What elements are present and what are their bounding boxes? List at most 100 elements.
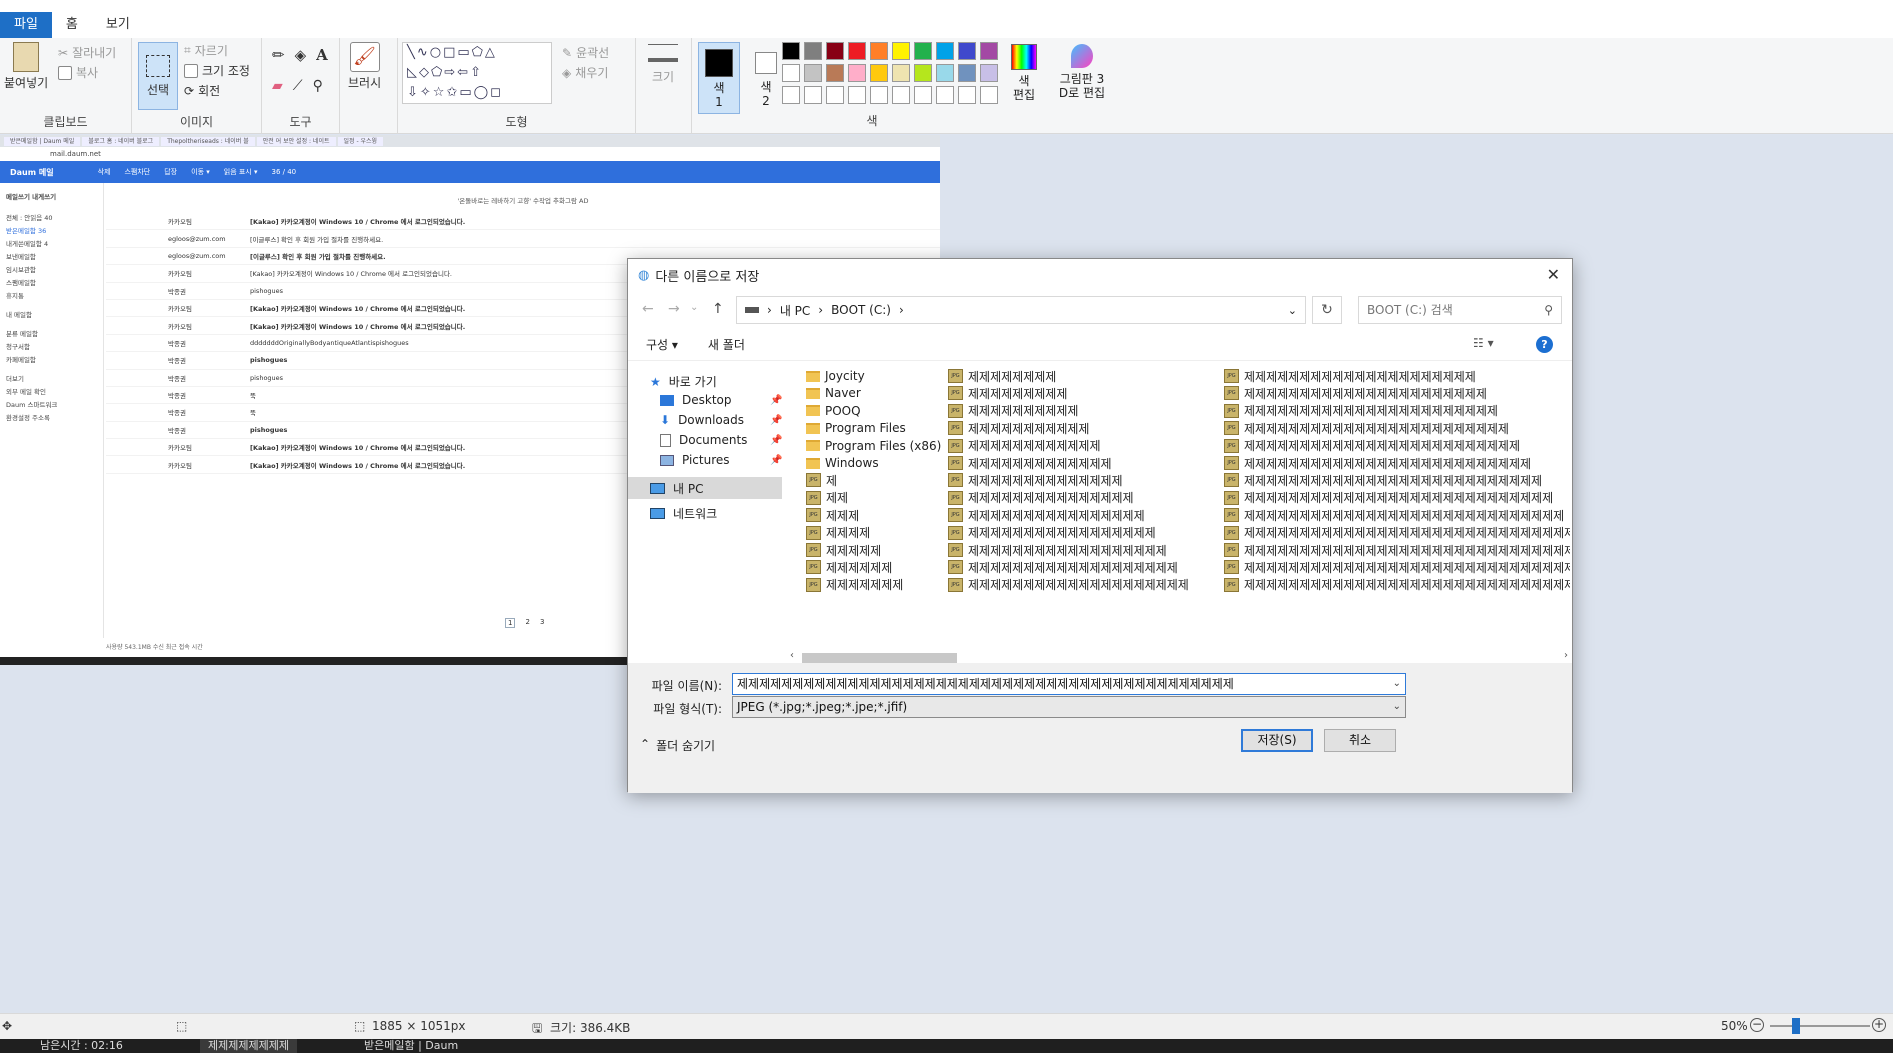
palette-swatch[interactable] [804,42,822,60]
paint3d-button[interactable]: 그림판 3 D로 편집 [1056,44,1108,100]
file-item[interactable]: JPG 제제제제제제제제제제제제제제제제제제제제제제제제제제 [1224,454,1531,472]
paste-button[interactable]: 붙여넣기 [4,42,48,91]
file-item[interactable]: JPG 제제제제제 [806,541,881,559]
file-item[interactable]: JPG 제제제제제제제제제제제제제제제제제 [948,524,1156,542]
search-input[interactable]: BOOT (C:) 검색 ⚲ [1358,296,1562,324]
palette-swatch[interactable] [892,64,910,82]
file-item[interactable]: JPG 제제제제제제 [806,558,892,576]
file-item[interactable]: JPG 제제제 [806,506,859,524]
nav-desktop[interactable]: Desktop 📌 [660,393,782,407]
nav-documents[interactable]: Documents 📌 [660,433,782,447]
save-button[interactable]: 저장(S) [1241,729,1313,752]
forward-icon[interactable]: → [668,301,680,317]
file-item[interactable]: JPG 제제제제제제제제제제제제 [948,437,1100,455]
palette-swatch[interactable] [848,42,866,60]
file-item[interactable]: JPG 제제제제제제제제제 [948,384,1067,402]
file-item[interactable]: JPG 제제제제제제제제제제제제제제제제제제제제제제 [1224,384,1487,402]
resize-button[interactable]: 크기 조정 [184,62,250,79]
file-item[interactable]: JPG 제제제제제제제제제제 [948,402,1078,420]
scroll-left-icon[interactable]: ‹ [790,650,794,661]
scrollbar-thumb[interactable] [802,653,957,663]
shapes-gallery[interactable]: ╲∿○□▭⬠△ ◺◇⬠⇨⇦⇧ ⇩✧☆✩▭◯◻ [402,42,552,104]
palette-swatch[interactable] [892,42,910,60]
back-icon[interactable]: ← [642,301,654,317]
file-item[interactable]: JPG 제제제제 [806,524,870,542]
up-icon[interactable]: ↑ [712,301,724,317]
palette-swatch[interactable] [870,64,888,82]
folder-item[interactable]: Naver [806,384,861,402]
fill-icon[interactable]: ◈ [295,46,307,64]
timer-item[interactable]: 남은시간 : 02:16 [40,1039,123,1053]
brush-button[interactable]: 🖌 브러시 [348,42,381,91]
nav-quick-access[interactable]: ★ 바로 가기 [650,373,717,390]
select-button[interactable]: 선택 [138,42,178,110]
palette-swatch[interactable] [782,42,800,60]
folder-item[interactable]: Joycity [806,367,865,385]
file-item[interactable]: JPG 제제제제제제제제제제제제제제제제제제제제제제제제제제제제제제제 [1224,541,1570,559]
file-item[interactable]: JPG 제제제제제제제제제제제제제제제제제제제제 [948,576,1189,594]
folder-item[interactable]: Program Files [806,419,906,437]
file-item[interactable]: JPG 제제제제제제제제제제제제제제제제제제제제제제제제제제제 [1224,471,1542,489]
file-item[interactable]: JPG 제제제제제제제제제제제제제제 [948,471,1123,489]
help-icon[interactable]: ? [1536,336,1553,353]
palette-swatch[interactable] [826,42,844,60]
palette-swatch[interactable] [936,42,954,60]
palette-swatch[interactable] [782,64,800,82]
history-chevron-icon[interactable]: ⌄ [690,302,698,313]
chevron-down-icon[interactable]: ⌄ [1393,674,1401,694]
file-item[interactable]: JPG 제제제제제제제제제제제제제제제제제제제제제제제제제 [1224,437,1520,455]
chevron-down-icon[interactable]: ⌄ [1393,697,1401,717]
paint-task-item[interactable]: 제제제제제제제제 [200,1039,297,1053]
palette-swatch[interactable] [936,86,954,104]
scroll-right-icon[interactable]: › [1564,650,1568,661]
breadcrumb[interactable]: › 내 PC › BOOT (C:) › ⌄ [736,296,1306,324]
organize-button[interactable]: 구성 ▾ [646,336,678,353]
file-item[interactable]: JPG 제제제제제제제제제제제제제제제제제제제제제제제 [1224,402,1498,420]
view-options-icon[interactable]: ☷ ▾ [1473,336,1494,350]
file-item[interactable]: JPG 제제제제제제제 [806,576,903,594]
file-item[interactable]: JPG 제제제제제제제제제제제제제제제제제제 [948,541,1167,559]
eraser-icon[interactable]: ▰ [272,78,283,94]
nav-downloads[interactable]: ⬇ Downloads 📌 [660,413,782,427]
palette-swatch[interactable] [870,86,888,104]
folder-item[interactable]: POOQ [806,402,861,420]
breadcrumb-drive[interactable]: BOOT (C:) [831,303,891,317]
close-icon[interactable]: ✕ [1547,265,1560,284]
rotate-button[interactable]: ⟳ 회전 [184,82,220,99]
palette-swatch[interactable] [936,64,954,82]
refresh-icon[interactable]: ↻ [1312,296,1342,324]
edit-colors-button[interactable]: 색 편집 [1002,42,1046,102]
cancel-button[interactable]: 취소 [1324,729,1396,752]
file-item[interactable]: JPG 제제제제제제제제제제제제제제제제제제제제제제제제제제제제제제제제제 [1224,576,1570,594]
tab-file[interactable]: 파일 [0,12,52,38]
crop-button[interactable]: ⌗ 자르기 [184,42,228,59]
file-item[interactable]: JPG 제제제제제제제제제제제제제 [948,454,1112,472]
folder-item[interactable]: Windows [806,454,879,472]
nav-network[interactable]: 네트워크 [650,505,717,522]
text-icon[interactable]: A [316,46,328,64]
nav-pictures[interactable]: Pictures 📌 [660,453,782,467]
new-folder-button[interactable]: 새 폴더 [708,336,745,353]
file-item[interactable]: JPG 제제제제제제제제제제제제제제제 [948,489,1134,507]
zoom-slider[interactable] [1770,1018,1870,1034]
filename-input[interactable]: 제제제제제제제제제제제제제제제제제제제제제제제제제제제제제제제제제제제제제제제제… [732,673,1406,695]
file-item[interactable]: JPG 제제제제제제제제 [948,367,1056,385]
palette-swatch[interactable] [870,42,888,60]
outline-button[interactable]: ✎ 윤곽선 [562,44,609,61]
palette-swatch[interactable] [980,86,998,104]
file-item[interactable]: JPG 제제제제제제제제제제제제제제제제제제제 [948,558,1178,576]
palette-swatch[interactable] [848,64,866,82]
palette-swatch[interactable] [892,86,910,104]
color2-button[interactable]: 색 2 [746,42,786,114]
nav-this-pc[interactable]: 내 PC [628,477,782,499]
palette-swatch[interactable] [958,86,976,104]
file-item[interactable]: JPG 제제제제제제제제제제제제제제제제제제제제제제제제제제제제제 [1224,506,1564,524]
file-item[interactable]: JPG 제제제제제제제제제제제제제제제제제제제제제제제제제제제제제제제제 [1224,558,1570,576]
palette-swatch[interactable] [826,64,844,82]
palette-swatch[interactable] [804,86,822,104]
palette-swatch[interactable] [914,86,932,104]
palette-swatch[interactable] [980,64,998,82]
tab-home[interactable]: 홈 [52,12,92,38]
hide-folders-button[interactable]: ⌃ 폴더 숨기기 [640,737,715,754]
pencil-icon[interactable]: ✏ [272,46,285,64]
